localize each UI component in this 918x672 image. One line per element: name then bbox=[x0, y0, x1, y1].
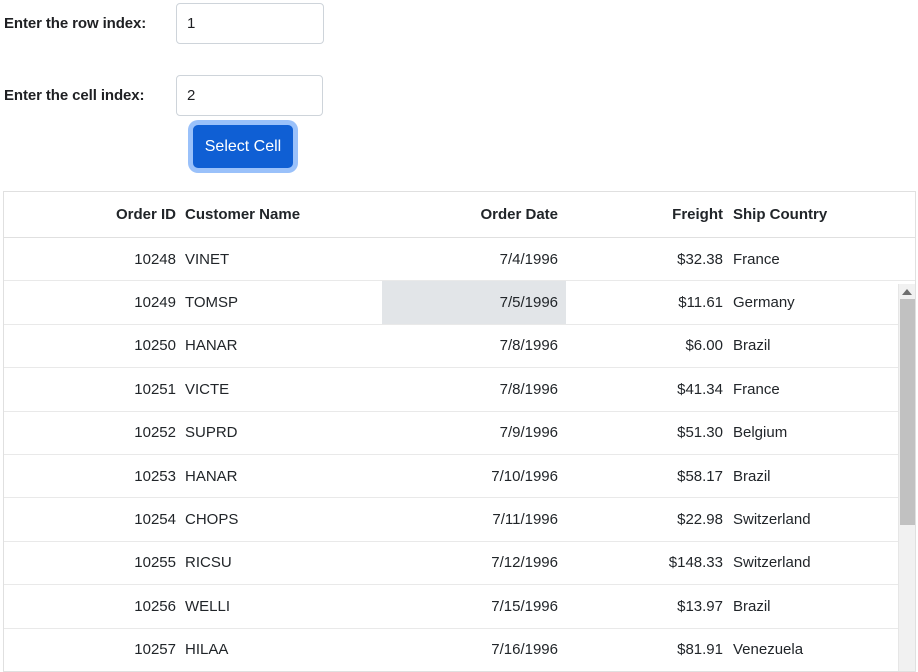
table-cell-freight[interactable]: $32.38 bbox=[566, 238, 732, 280]
table-cell-ship-country[interactable]: France bbox=[732, 368, 897, 410]
table-cell-order-date[interactable]: 7/4/1996 bbox=[382, 238, 566, 280]
table-cell-customer-name[interactable]: VINET bbox=[183, 238, 382, 280]
column-header-order-id[interactable]: Order ID bbox=[4, 192, 183, 237]
table-cell-order-date[interactable]: 7/8/1996 bbox=[382, 368, 566, 410]
table-cell-order-date[interactable]: 7/15/1996 bbox=[382, 585, 566, 627]
table-cell-ship-country[interactable]: Brazil bbox=[732, 455, 897, 497]
cell-index-label: Enter the cell index: bbox=[4, 87, 145, 104]
table-cell-freight[interactable]: $41.34 bbox=[566, 368, 732, 410]
app-root: Enter the row index: Enter the cell inde… bbox=[0, 0, 918, 672]
table-cell-freight[interactable]: $11.61 bbox=[566, 281, 732, 323]
table-cell-customer-name[interactable]: HILAA bbox=[183, 629, 382, 671]
grid-header-row: Order ID Customer Name Order Date Freigh… bbox=[4, 192, 915, 238]
cell-index-input[interactable] bbox=[176, 75, 323, 116]
table-cell-order-id[interactable]: 10252 bbox=[4, 412, 183, 454]
table-cell-ship-country[interactable]: Belgium bbox=[732, 412, 897, 454]
table-cell-order-id[interactable]: 10256 bbox=[4, 585, 183, 627]
table-cell-order-id[interactable]: 10255 bbox=[4, 542, 183, 584]
table-cell-ship-country[interactable]: Switzerland bbox=[732, 542, 897, 584]
table-row[interactable]: 10257 HILAA 7/16/1996 $81.91 Venezuela bbox=[4, 628, 915, 671]
table-cell-order-date[interactable]: 7/5/1996 bbox=[382, 281, 566, 324]
table-cell-ship-country[interactable]: Germany bbox=[732, 281, 897, 323]
table-cell-customer-name[interactable]: RICSU bbox=[183, 542, 382, 584]
table-cell-ship-country[interactable]: Brazil bbox=[732, 325, 897, 367]
table-cell-freight[interactable]: $13.97 bbox=[566, 585, 732, 627]
table-row[interactable]: 10248 VINET 7/4/1996 $32.38 France bbox=[4, 238, 915, 282]
table-row[interactable]: 10251 VICTE 7/8/1996 $41.34 France bbox=[4, 368, 915, 412]
table-row[interactable]: 10252 SUPRD 7/9/1996 $51.30 Belgium bbox=[4, 411, 915, 455]
scrollbar-thumb[interactable] bbox=[900, 299, 915, 525]
table-cell-freight[interactable]: $22.98 bbox=[566, 498, 732, 540]
table-row[interactable]: 10253 HANAR 7/10/1996 $58.17 Brazil bbox=[4, 454, 915, 499]
table-cell-order-id[interactable]: 10254 bbox=[4, 498, 183, 540]
table-cell-ship-country[interactable]: Switzerland bbox=[732, 498, 897, 540]
table-row[interactable]: 10250 HANAR 7/8/1996 $6.00 Brazil bbox=[4, 324, 915, 369]
table-row[interactable]: 10249 TOMSP 7/5/1996 $11.61 Germany bbox=[4, 281, 915, 325]
table-cell-freight[interactable]: $51.30 bbox=[566, 412, 732, 454]
table-row[interactable]: 10254 CHOPS 7/11/1996 $22.98 Switzerland bbox=[4, 498, 915, 542]
column-header-freight[interactable]: Freight bbox=[566, 192, 732, 237]
row-index-field-group: Enter the row index: bbox=[4, 3, 324, 44]
table-cell-ship-country[interactable]: Brazil bbox=[732, 585, 897, 627]
table-cell-customer-name[interactable]: VICTE bbox=[183, 368, 382, 410]
column-header-customer-name[interactable]: Customer Name bbox=[183, 192, 382, 237]
column-header-order-date[interactable]: Order Date bbox=[382, 192, 566, 237]
table-cell-freight[interactable]: $81.91 bbox=[566, 629, 732, 671]
cell-index-field-group: Enter the cell index: bbox=[4, 75, 323, 116]
table-cell-order-date[interactable]: 7/10/1996 bbox=[382, 455, 566, 497]
table-row[interactable]: 10256 WELLI 7/15/1996 $13.97 Brazil bbox=[4, 585, 915, 629]
table-cell-order-id[interactable]: 10250 bbox=[4, 325, 183, 367]
grid-body: 10248 VINET 7/4/1996 $32.38 France 10249 TOMSP… bbox=[4, 238, 915, 671]
grid-rows-container: 10248 VINET 7/4/1996 $32.38 France 10249 TOMSP… bbox=[4, 238, 915, 671]
table-cell-customer-name[interactable]: WELLI bbox=[183, 585, 382, 627]
orders-grid: Order ID Customer Name Order Date Freigh… bbox=[3, 191, 916, 672]
grid-vertical-scrollbar[interactable] bbox=[898, 284, 915, 671]
table-cell-order-date[interactable]: 7/8/1996 bbox=[382, 325, 566, 367]
table-cell-order-id[interactable]: 10257 bbox=[4, 629, 183, 671]
table-cell-freight[interactable]: $6.00 bbox=[566, 325, 732, 367]
table-cell-freight[interactable]: $148.33 bbox=[566, 542, 732, 584]
table-cell-freight[interactable]: $58.17 bbox=[566, 455, 732, 497]
table-cell-ship-country[interactable]: Venezuela bbox=[732, 629, 897, 671]
table-cell-order-id[interactable]: 10248 bbox=[4, 238, 183, 280]
scroll-up-arrow-icon[interactable] bbox=[899, 284, 915, 299]
table-cell-customer-name[interactable]: SUPRD bbox=[183, 412, 382, 454]
table-cell-order-date[interactable]: 7/12/1996 bbox=[382, 542, 566, 584]
table-cell-customer-name[interactable]: HANAR bbox=[183, 455, 382, 497]
table-cell-order-date[interactable]: 7/11/1996 bbox=[382, 498, 566, 540]
row-index-label: Enter the row index: bbox=[4, 15, 147, 32]
table-cell-order-id[interactable]: 10249 bbox=[4, 281, 183, 323]
table-cell-customer-name[interactable]: TOMSP bbox=[183, 281, 382, 323]
select-cell-button[interactable]: Select Cell bbox=[193, 125, 293, 168]
table-cell-order-id[interactable]: 10251 bbox=[4, 368, 183, 410]
table-cell-ship-country[interactable]: France bbox=[732, 238, 897, 280]
row-index-input[interactable] bbox=[176, 3, 324, 44]
table-cell-order-id[interactable]: 10253 bbox=[4, 455, 183, 497]
table-cell-order-date[interactable]: 7/9/1996 bbox=[382, 412, 566, 454]
table-cell-order-date[interactable]: 7/16/1996 bbox=[382, 629, 566, 671]
table-cell-customer-name[interactable]: HANAR bbox=[183, 325, 382, 367]
column-header-ship-country[interactable]: Ship Country bbox=[732, 192, 897, 237]
table-cell-customer-name[interactable]: CHOPS bbox=[183, 498, 382, 540]
table-row[interactable]: 10255 RICSU 7/12/1996 $148.33 Switzerland bbox=[4, 541, 915, 586]
